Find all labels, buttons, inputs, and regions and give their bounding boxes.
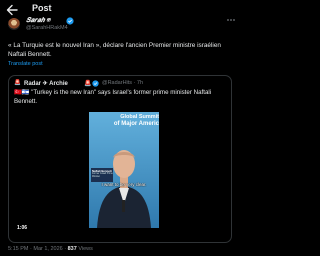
views-label: Views (76, 246, 93, 252)
siren-emoji: 🚨 (84, 80, 92, 87)
video-player[interactable]: Global Summit of Major Americ Naftali Be… (89, 112, 159, 228)
video-duration-badge: 1:06 (14, 224, 31, 232)
quoted-author-handle: @RadarHits · 7h (102, 80, 144, 86)
lower-third-role: Former Israeli Prime Minister (92, 173, 113, 178)
tweet-text: « La Turquie est le nouvel Iran », décla… (8, 42, 221, 58)
lower-third: Naftali Bennett Former Israeli Prime Min… (91, 168, 113, 182)
video-banner: of Major Americ (113, 121, 159, 127)
verified-badge-icon (66, 16, 74, 25)
translate-post-link[interactable]: Translate post (8, 61, 43, 67)
views-count: 837 (67, 246, 77, 252)
author-name[interactable]: 𝑺𝒂𝒓𝒂𝒉 ✠ (26, 17, 50, 25)
quoted-author-name: Radar ✈ Archie (24, 81, 68, 87)
verified-badge-icon (92, 79, 99, 87)
siren-emoji: 🚨 (14, 80, 21, 86)
avatar[interactable] (8, 18, 20, 30)
post-meta: 5:15 PM · Mar 1, 2026 · 837 Views (8, 246, 93, 252)
video-caption: I want to be very clear. (101, 182, 147, 187)
more-options-icon[interactable] (226, 18, 236, 22)
video-banner: Global Summit (120, 114, 159, 120)
author-handle[interactable]: @SarahHRakM4 (26, 25, 68, 31)
post-timestamp[interactable]: 5:15 PM · Mar 1, 2026 · (8, 246, 68, 252)
quoted-post[interactable]: 🚨 Radar ✈ Archie 🚨 @RadarHits · 7h 🇹🇷🇮🇱 … (8, 75, 232, 243)
quoted-text: 🇹🇷🇮🇱 "Turkey is the new Iran" says Israe… (14, 89, 212, 105)
page-title: Post (32, 3, 52, 13)
back-arrow-icon[interactable] (5, 3, 19, 17)
